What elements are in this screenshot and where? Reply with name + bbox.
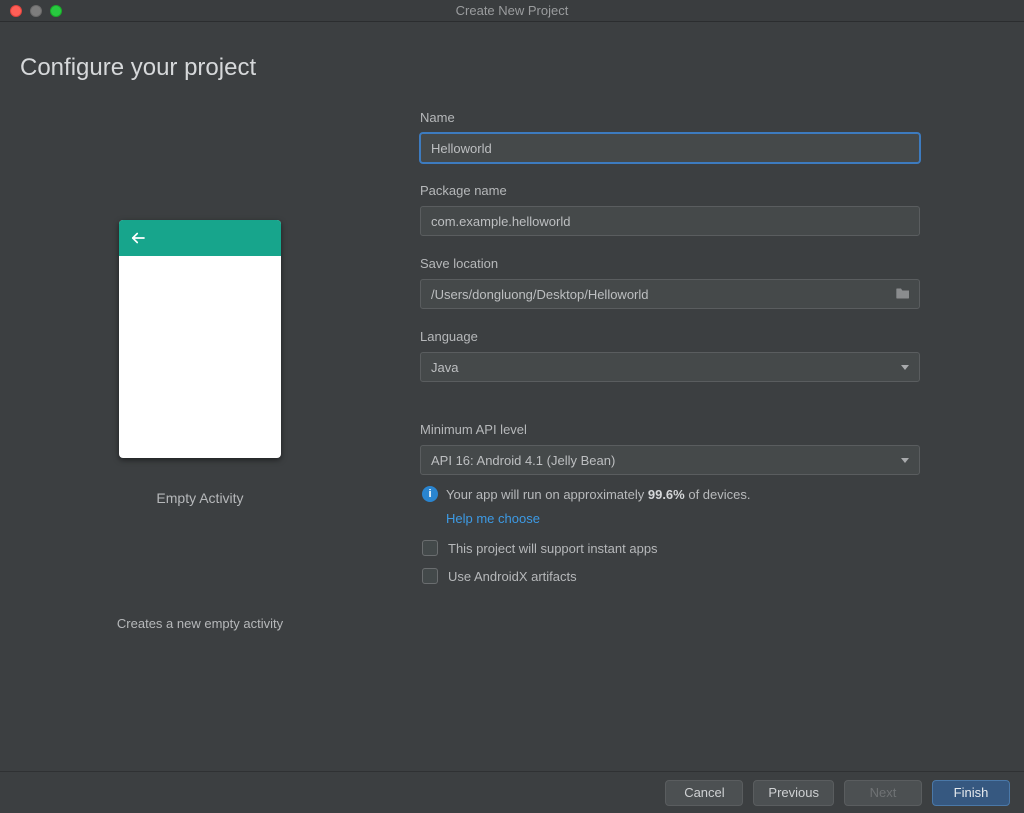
info-icon: i [422, 486, 438, 502]
browse-folder-icon[interactable] [895, 286, 911, 303]
chevron-down-icon [901, 458, 909, 463]
template-name: Empty Activity [156, 490, 243, 506]
api-info-pct: 99.6% [648, 487, 685, 502]
next-button: Next [844, 780, 922, 806]
min-api-value: API 16: Android 4.1 (Jelly Bean) [431, 453, 615, 468]
androidx-row: Use AndroidX artifacts [420, 568, 940, 584]
preview-appbar [119, 220, 281, 256]
package-input-wrapper [420, 206, 920, 236]
androidx-checkbox[interactable] [422, 568, 438, 584]
save-location-input-wrapper [420, 279, 920, 309]
instant-apps-label: This project will support instant apps [448, 541, 658, 556]
language-select[interactable]: Java [420, 352, 920, 382]
instant-apps-checkbox[interactable] [422, 540, 438, 556]
min-api-select[interactable]: API 16: Android 4.1 (Jelly Bean) [420, 445, 920, 475]
save-location-label: Save location [420, 256, 940, 271]
previous-button[interactable]: Previous [753, 780, 834, 806]
save-location-input[interactable] [431, 287, 889, 302]
instant-apps-row: This project will support instant apps [420, 540, 940, 556]
name-field-group: Name [420, 110, 940, 163]
package-field-group: Package name [420, 183, 940, 236]
name-input-wrapper [420, 133, 920, 163]
page-heading: Configure your project [20, 54, 1004, 82]
window-title: Create New Project [0, 3, 1024, 18]
chevron-down-icon [901, 365, 909, 370]
package-input[interactable] [431, 214, 909, 229]
language-field-group: Language Java [420, 329, 940, 382]
footer: Cancel Previous Next Finish [0, 771, 1024, 813]
form-column: Name Package name Save location [420, 110, 940, 631]
min-api-label: Minimum API level [420, 422, 940, 437]
api-info-row: i Your app will run on approximately 99.… [420, 485, 940, 528]
name-input[interactable] [431, 141, 909, 156]
save-location-field-group: Save location [420, 256, 940, 309]
package-label: Package name [420, 183, 940, 198]
name-label: Name [420, 110, 940, 125]
api-info-suffix: of devices. [685, 487, 751, 502]
api-info-text: Your app will run on approximately 99.6%… [446, 485, 751, 528]
content-area: Configure your project Empty Activity Cr… [0, 22, 1024, 771]
api-info-prefix: Your app will run on approximately [446, 487, 648, 502]
template-preview [119, 220, 281, 458]
cancel-button[interactable]: Cancel [665, 780, 743, 806]
help-me-choose-link[interactable]: Help me choose [446, 509, 540, 529]
language-label: Language [420, 329, 940, 344]
back-arrow-icon [129, 229, 147, 247]
min-api-field-group: Minimum API level API 16: Android 4.1 (J… [420, 422, 940, 584]
androidx-label: Use AndroidX artifacts [448, 569, 577, 584]
template-description: Creates a new empty activity [117, 616, 283, 631]
titlebar: Create New Project [0, 0, 1024, 22]
language-value: Java [431, 360, 458, 375]
columns: Empty Activity Creates a new empty activ… [20, 110, 1004, 631]
finish-button[interactable]: Finish [932, 780, 1010, 806]
preview-column: Empty Activity Creates a new empty activ… [20, 110, 380, 631]
